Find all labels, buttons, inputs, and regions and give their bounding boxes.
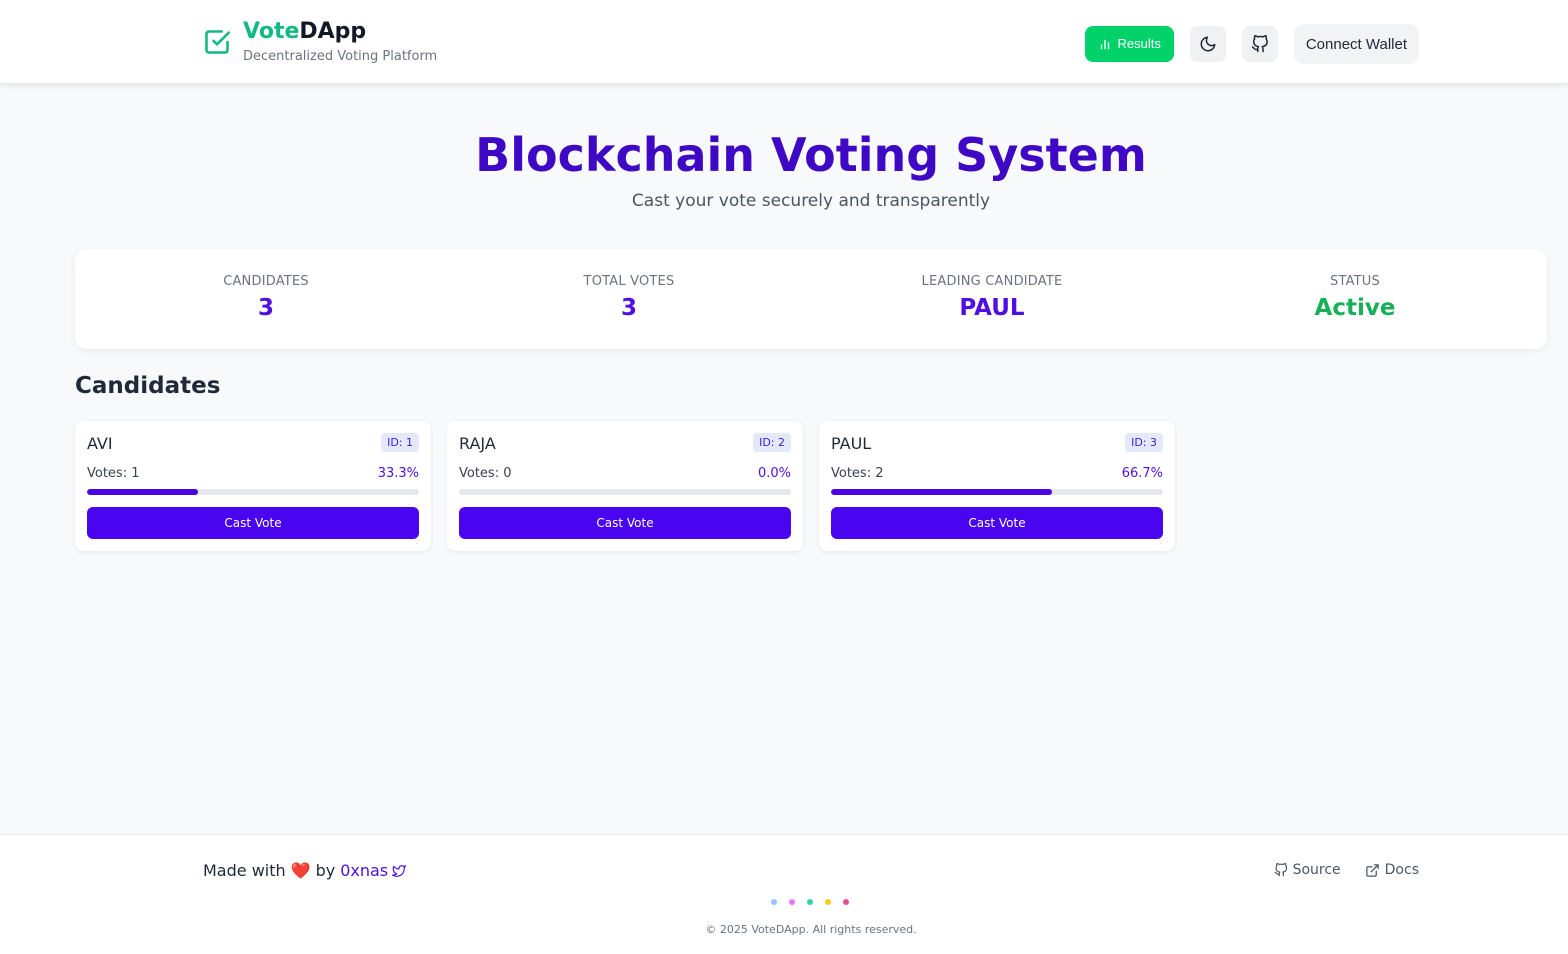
stat-label: CANDIDATES: [223, 274, 309, 289]
candidate-name: PAUL: [831, 434, 872, 453]
stat-value: PAUL: [959, 295, 1025, 321]
moon-icon: [1200, 36, 1216, 51]
page-subtitle: Cast your vote securely and transparentl…: [631, 191, 991, 211]
stat-leading-candidate: LEADING CANDIDATE PAUL: [842, 274, 1142, 321]
decorative-dot: [771, 899, 777, 905]
vote-progress-fill: [831, 489, 1053, 495]
github-button[interactable]: [1241, 25, 1278, 62]
results-button[interactable]: Results: [1085, 25, 1174, 62]
candidate-card: RAJA ID: 2 Votes: 0 0.0% Cast Vote: [447, 421, 803, 551]
candidate-card: AVI ID: 1 Votes: 1 33.3% Cast Vote: [75, 421, 431, 551]
vote-progress-bar: [459, 489, 791, 495]
author-link[interactable]: 0xnas: [340, 861, 388, 880]
github-icon: [1251, 34, 1268, 52]
stat-value: 3: [257, 295, 274, 321]
source-link[interactable]: Source: [1274, 862, 1341, 878]
cast-vote-button[interactable]: Cast Vote: [459, 507, 791, 539]
decorative-dot: [789, 899, 795, 905]
stat-candidates: CANDIDATES 3: [116, 274, 416, 321]
stat-label: LEADING CANDIDATE: [921, 274, 1063, 289]
connect-wallet-button[interactable]: Connect Wallet: [1293, 24, 1419, 64]
footer: Made with ❤️ by 0xnas Source Docs © 2025…: [0, 834, 1568, 954]
brand-title: VoteDApp: [243, 18, 437, 46]
external-link-icon: [1365, 863, 1379, 877]
candidate-votes: Votes: 0: [459, 466, 512, 481]
footer-links: Source Docs: [1250, 862, 1419, 878]
heart-icon: ❤️: [290, 861, 311, 880]
stat-label: TOTAL VOTES: [583, 274, 675, 289]
candidate-name: AVI: [87, 434, 113, 453]
copyright: © 2025 VoteDApp. All rights reserved.: [705, 923, 917, 936]
candidates-heading: Candidates: [75, 373, 221, 399]
theme-toggle-button[interactable]: [1189, 25, 1226, 62]
candidate-card: PAUL ID: 3 Votes: 2 66.7% Cast Vote: [819, 421, 1175, 551]
cast-vote-button[interactable]: Cast Vote: [831, 507, 1163, 539]
candidate-id-badge: ID: 3: [1125, 433, 1163, 452]
bar-chart-icon: [1101, 39, 1110, 49]
decorative-dot: [825, 899, 831, 905]
page-title: Blockchain Voting System: [475, 128, 1147, 182]
brand-title-vote: Vote: [243, 19, 300, 44]
candidate-votes: Votes: 1: [87, 466, 140, 481]
decorative-dots: [771, 899, 861, 905]
candidate-percent: 0.0%: [757, 466, 791, 481]
candidate-id-badge: ID: 1: [381, 433, 419, 452]
source-link-label: Source: [1292, 862, 1341, 878]
twitter-icon[interactable]: [392, 864, 407, 878]
by-text: by: [315, 861, 336, 880]
candidate-votes: Votes: 2: [831, 466, 884, 481]
status-badge: Active: [1314, 295, 1396, 321]
brand-subtitle: Decentralized Voting Platform: [243, 49, 438, 64]
stat-status: STATUS Active: [1205, 274, 1505, 321]
header-actions: Results Connect Wallet: [1085, 23, 1419, 64]
decorative-dot: [807, 899, 813, 905]
header: VoteDApp Decentralized Voting Platform R…: [0, 0, 1568, 84]
candidate-percent: 33.3%: [377, 466, 419, 481]
check-square-icon: [205, 30, 230, 54]
candidate-name: RAJA: [459, 434, 496, 453]
docs-link[interactable]: Docs: [1365, 862, 1419, 878]
vote-progress-bar: [831, 489, 1163, 495]
stat-value: 3: [620, 295, 637, 321]
docs-link-label: Docs: [1384, 862, 1419, 878]
candidate-id-badge: ID: 2: [753, 433, 791, 452]
github-icon: [1274, 863, 1287, 877]
stat-total-votes: TOTAL VOTES 3: [479, 274, 779, 321]
stat-label: STATUS: [1330, 274, 1380, 289]
cast-vote-button[interactable]: Cast Vote: [87, 507, 419, 539]
brand[interactable]: VoteDApp Decentralized Voting Platform: [203, 18, 437, 64]
made-with-credit: Made with ❤️ by 0xnas: [203, 861, 407, 880]
brand-title-dapp: DApp: [299, 19, 367, 44]
vote-progress-fill: [87, 489, 198, 495]
vote-progress-bar: [87, 489, 419, 495]
made-with-text: Made with: [203, 861, 286, 880]
candidate-percent: 66.7%: [1121, 466, 1163, 481]
results-button-label: Results: [1117, 36, 1161, 51]
stats-panel: CANDIDATES 3 TOTAL VOTES 3 LEADING CANDI…: [75, 249, 1547, 349]
decorative-dot: [843, 899, 849, 905]
